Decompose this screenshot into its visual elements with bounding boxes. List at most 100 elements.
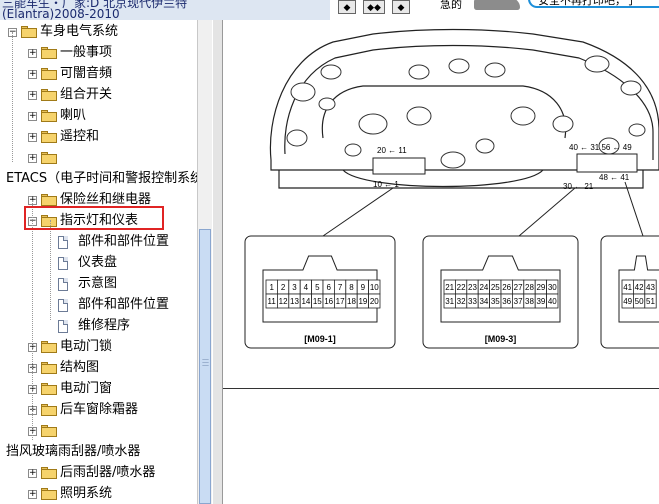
tree-item-label: 后雨刮器/喷水器 [60, 465, 156, 480]
tree-item[interactable]: 示意图 [0, 274, 197, 294]
pin-number: 51 [646, 297, 655, 306]
pin-number: 26 [502, 283, 511, 292]
tree-item-label: 喇叭 [60, 108, 87, 123]
tree-item-label: 后车窗除霜器 [60, 402, 139, 417]
pin-number: 29 [536, 283, 545, 292]
document-icon [58, 278, 68, 291]
pin-number: 36 [502, 297, 511, 306]
tree-item-label: 结构图 [60, 360, 100, 375]
expand-icon[interactable]: + [28, 91, 37, 100]
pin-number: 15 [313, 297, 322, 306]
tree-item-label: 部件和部件位置 [78, 234, 170, 249]
tree-item[interactable]: + 电动门窗 [0, 379, 197, 399]
pin-number: 12 [279, 297, 288, 306]
pane-splitter[interactable] [212, 20, 223, 504]
pin-number: 39 [536, 297, 545, 306]
tree-item[interactable]: 部件和部件位置 [0, 295, 197, 315]
pin-number: 28 [525, 283, 534, 292]
tree-item-label: 车身电气系统 [40, 24, 119, 39]
folder-icon [41, 341, 57, 353]
pin-number: 42 [635, 283, 644, 292]
connector-view: 1 2 3 4 5 6 7 8 9 1011 12 13 14 15 16 17 18 19 20[M09-1] [244, 235, 396, 349]
pin-number: 9 [361, 283, 366, 292]
nav-sync-button[interactable]: ◆◆ [363, 0, 385, 14]
ad-bubble[interactable]: 安全不再打印吧，了 [528, 0, 659, 8]
tree-item-label: 维修程序 [78, 318, 131, 333]
diagram-view: 20 ← 11 40 ← 31 56 ← 49 10 ← 1 30 ← 21 4… [223, 20, 659, 504]
pin-number: 30 [548, 283, 557, 292]
pin-number: 6 [326, 283, 331, 292]
toc-tree[interactable]: − 车身电气系统 + 一般事项 + 可闇音頻 + 组合开关 + 喇叭 + 遥控和 + ETACS（电子时间… [0, 20, 197, 504]
pin-number: 4 [304, 283, 309, 292]
tree-scrollbar[interactable]: — — — [197, 20, 212, 504]
tree-item-label: 电动门窗 [60, 381, 113, 396]
tree-item[interactable]: + [0, 421, 197, 441]
tree-item[interactable]: + 结构图 [0, 358, 197, 378]
document-icon [58, 320, 68, 333]
shoe-image [474, 0, 520, 10]
expand-icon[interactable]: + [28, 469, 37, 478]
tree-item[interactable]: + 照明系统 [0, 484, 197, 504]
pin-number: 32 [457, 297, 466, 306]
tree-guide-line [50, 220, 51, 320]
expand-icon[interactable]: + [28, 112, 37, 121]
document-icon [58, 236, 68, 249]
tree-item-label: 组合开关 [60, 87, 113, 102]
tree-item[interactable]: + 后车窗除霜器 [0, 400, 197, 420]
folder-icon [41, 362, 57, 374]
pin-label-40-31-56-49: 40 ← 31 56 ← 49 [569, 143, 632, 152]
pin-label-20-11: 20 ← 11 [377, 146, 407, 155]
tree-item[interactable]: + 后雨刮器/喷水器 [0, 463, 197, 483]
ad-banner[interactable]: 急的 安全不再打印吧，了 [440, 0, 659, 12]
tree-item[interactable]: 维修程序 [0, 316, 197, 336]
tree-item[interactable]: 部件和部件位置 [0, 232, 197, 252]
pin-number: 14 [301, 297, 310, 306]
expand-icon[interactable]: + [28, 154, 37, 163]
connector-views: 1 2 3 4 5 6 7 8 9 1011 12 13 14 15 16 17 18 19 20[M09-1]21… [244, 235, 659, 349]
pin-number: 35 [491, 297, 500, 306]
tree-item-label: 可闇音頻 [60, 66, 113, 81]
folder-icon [41, 425, 57, 437]
pin-number: 50 [635, 297, 644, 306]
folder-icon [41, 47, 57, 59]
tree-item-label: 一般事项 [60, 45, 113, 60]
tree-item[interactable]: + 遥控和 [0, 127, 197, 147]
scrollbar-thumb[interactable]: — — — [199, 229, 211, 504]
tree-item[interactable]: + 组合开关 [0, 85, 197, 105]
tree-item[interactable]: ETACS（电子时间和警报控制系统 [0, 169, 197, 189]
tree-item-label: 电动门锁 [60, 339, 113, 354]
pin-number: 18 [347, 297, 356, 306]
tree-item-label: 仪表盘 [78, 255, 118, 270]
tree-item[interactable]: + 可闇音頻 [0, 64, 197, 84]
title-line-2: (Elantra)2008-2010 [2, 7, 120, 21]
pin-number: 24 [479, 283, 488, 292]
pin-number: 1 [269, 283, 274, 292]
tree-item[interactable]: + 一般事项 [0, 43, 197, 63]
nav-next-button[interactable]: ◆ [392, 0, 410, 14]
tree-item[interactable]: − 车身电气系统 [0, 22, 197, 42]
pin-label-30-21: 30 ← 21 [563, 182, 594, 191]
tree-item-label: 照明系统 [60, 486, 113, 501]
pin-number: 41 [623, 283, 632, 292]
tree-item-label: 部件和部件位置 [78, 297, 170, 312]
expand-icon[interactable]: + [28, 490, 37, 499]
tree-item[interactable]: + 喇叭 [0, 106, 197, 126]
pin-number: 23 [468, 283, 477, 292]
tree-item[interactable]: + [0, 148, 197, 168]
expand-icon[interactable]: + [28, 49, 37, 58]
pin-number: 43 [646, 283, 655, 292]
pin-number: 13 [290, 297, 299, 306]
tree-item[interactable]: 挡风玻璃雨刮器/喷水器 [0, 442, 197, 462]
connector-view: 21 22 23 24 25 26 27 28 29 30 31 32 33 34 35 36 37 38 39 40… [422, 235, 579, 349]
ad-leading-text: 急的 [440, 0, 462, 11]
tree-item[interactable]: + 电动门锁 [0, 337, 197, 357]
selection-highlight-box [24, 206, 164, 230]
expand-icon[interactable]: + [28, 70, 37, 79]
expand-icon[interactable]: + [28, 133, 37, 142]
tree-item[interactable]: 仪表盘 [0, 253, 197, 273]
folder-icon [41, 383, 57, 395]
leader-lines [322, 181, 644, 237]
pin-number: 3 [292, 283, 297, 292]
nav-prev-button[interactable]: ◆ [338, 0, 356, 14]
connector-caption: [M09-1] [304, 334, 336, 344]
